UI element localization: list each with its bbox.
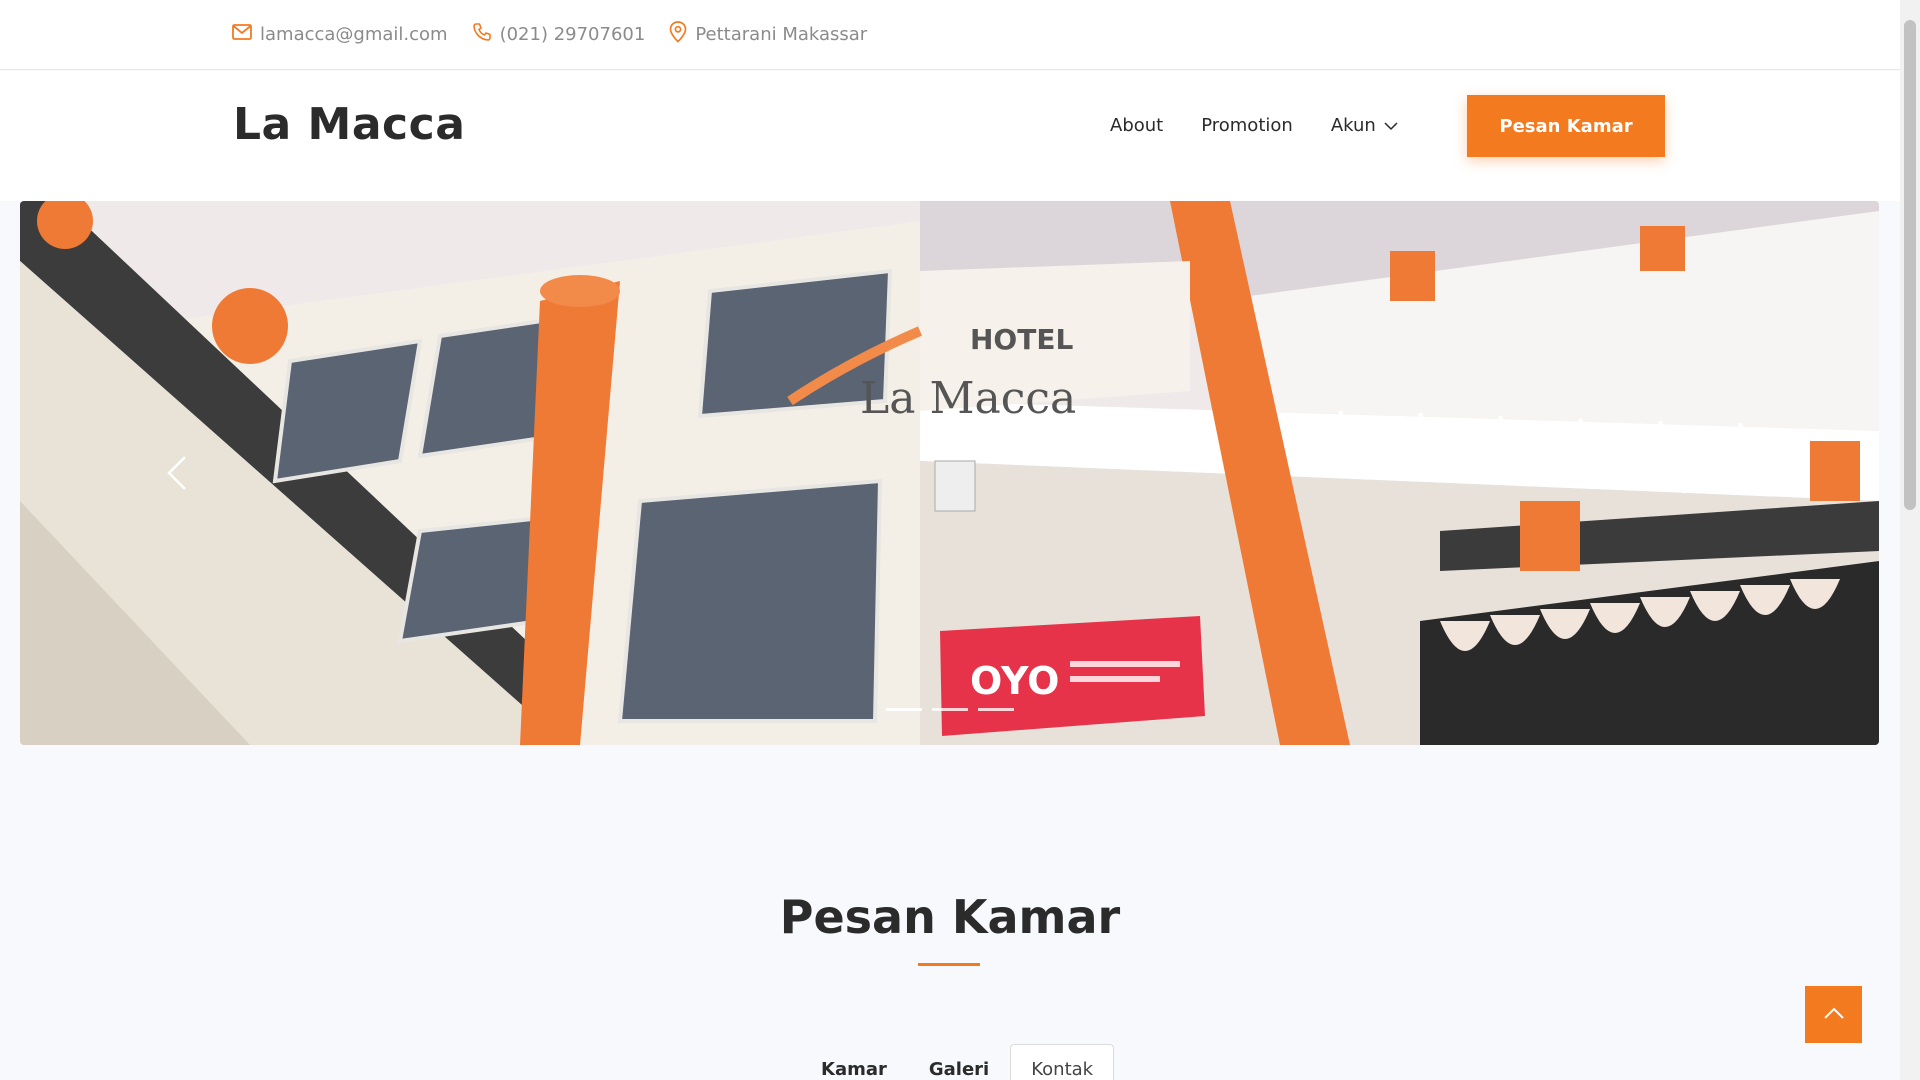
main-header: La Macca About Promotion Akun Pesan Kama… <box>0 71 1900 201</box>
chevron-left-icon <box>155 456 203 501</box>
email-text: lamacca@gmail.com <box>260 24 448 45</box>
email-info[interactable]: lamacca@gmail.com <box>232 24 448 45</box>
scrollbar-thumb[interactable] <box>1904 20 1916 510</box>
hotel-sign-line2: La Macca <box>860 373 1076 424</box>
phone-info[interactable]: (021) 29707601 <box>472 22 646 47</box>
nav-about[interactable]: About <box>1110 115 1163 136</box>
chevron-down-icon <box>1376 115 1398 136</box>
phone-text: (021) 29707601 <box>499 24 646 45</box>
hotel-photo: HOTEL La Macca OYO <box>20 201 1879 745</box>
mail-icon <box>232 24 260 45</box>
nav-akun-label: Akun <box>1330 115 1376 136</box>
top-info-bar: lamacca@gmail.com (021) 29707601 Pettara… <box>0 0 1900 70</box>
carousel-prev-button[interactable] <box>155 449 203 497</box>
location-info: Pettarani Makassar <box>669 21 867 48</box>
nav-promotion[interactable]: Promotion <box>1201 115 1293 136</box>
tab-kontak[interactable]: Kontak <box>1010 1044 1115 1080</box>
oyo-sign: OYO <box>970 659 1059 703</box>
carousel-indicators <box>886 708 1014 711</box>
section-title: Pesan Kamar <box>779 890 1121 944</box>
section-tabs: Kamar Galeri Kontak <box>800 1044 1115 1080</box>
pesan-kamar-button[interactable]: Pesan Kamar <box>1467 95 1665 157</box>
title-underline <box>918 963 980 966</box>
page: lamacca@gmail.com (021) 29707601 Pettara… <box>0 0 1900 1080</box>
carousel-indicator-1[interactable] <box>886 708 922 711</box>
phone-icon <box>472 22 500 47</box>
chevron-right-icon <box>1720 456 1768 501</box>
carousel-next-button[interactable] <box>1720 449 1768 497</box>
hero-carousel: HOTEL La Macca OYO <box>20 201 1879 745</box>
tab-galeri[interactable]: Galeri <box>908 1044 1010 1080</box>
map-pin-icon <box>669 21 695 48</box>
carousel-indicator-2[interactable] <box>932 708 968 711</box>
location-text: Pettarani Makassar <box>695 24 868 45</box>
carousel-indicator-3[interactable] <box>978 708 1014 711</box>
chevron-up-icon <box>1823 1005 1845 1024</box>
page-scrollbar[interactable] <box>1900 0 1920 1080</box>
back-to-top-button[interactable] <box>1805 986 1862 1043</box>
nav-akun[interactable]: Akun <box>1331 115 1398 136</box>
main-nav: About Promotion Akun <box>1110 115 1436 136</box>
tab-kamar[interactable]: Kamar <box>800 1044 908 1080</box>
hotel-sign-line1: HOTEL <box>970 323 1073 356</box>
site-logo[interactable]: La Macca <box>233 99 465 150</box>
